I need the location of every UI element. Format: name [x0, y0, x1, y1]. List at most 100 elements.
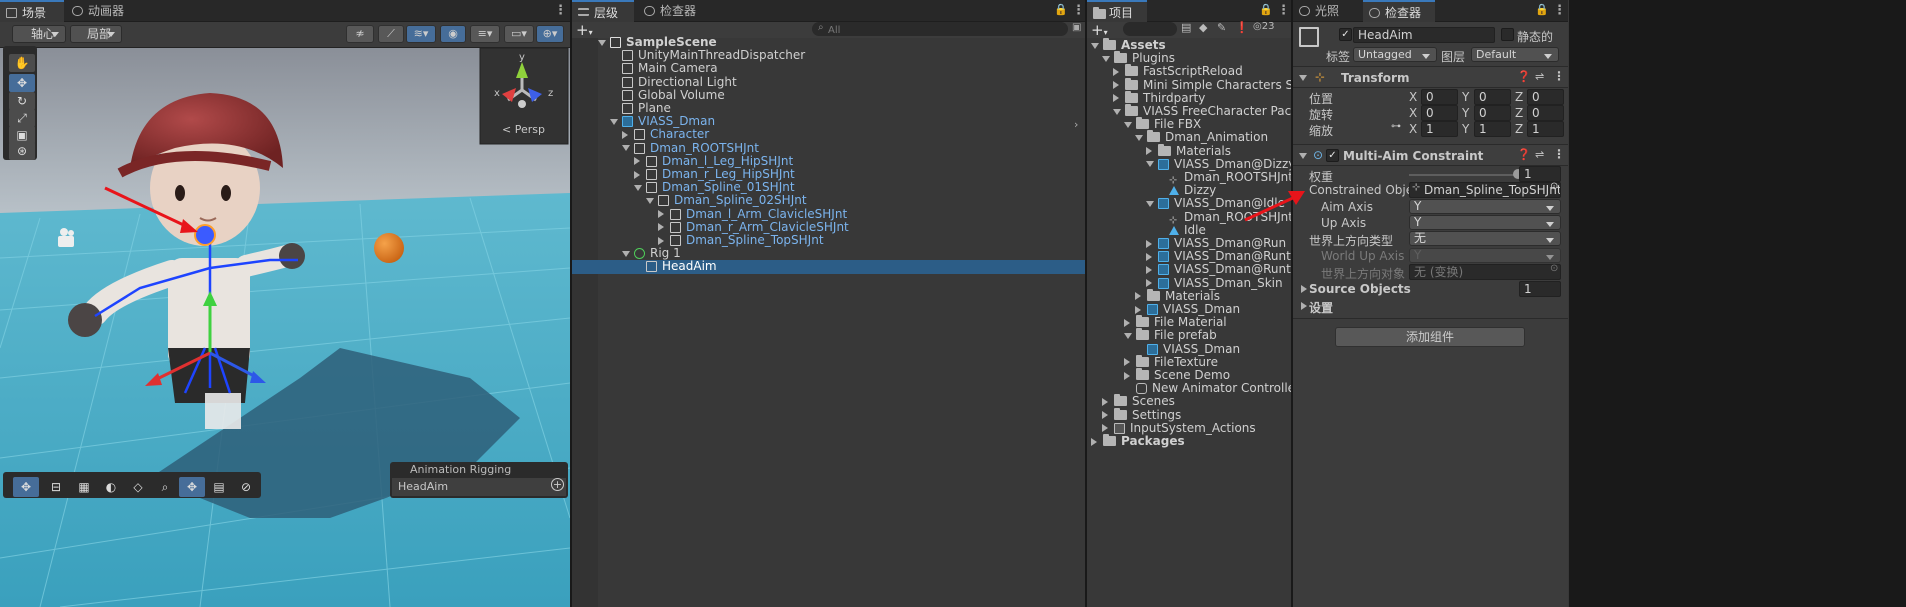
help-icon[interactable]: ❓: [1517, 148, 1531, 161]
create-button[interactable]: +▾: [1091, 21, 1108, 39]
search-icon[interactable]: ⌕: [152, 477, 178, 497]
audio-toggle-button[interactable]: ≉: [346, 25, 374, 43]
layers-icon[interactable]: ◇: [125, 477, 151, 497]
source-objects-count[interactable]: 1: [1519, 281, 1561, 297]
more-menu-icon[interactable]: ⋮: [1553, 3, 1566, 18]
project-row[interactable]: FileTexture: [1087, 354, 1291, 369]
tab-animator[interactable]: 动画器: [66, 0, 136, 22]
local-dropdown[interactable]: 局部: [70, 25, 122, 43]
visibility-icon[interactable]: ◎23: [1253, 21, 1274, 32]
hand-tool-icon[interactable]: ✋: [9, 54, 35, 72]
layers-button[interactable]: ≋▾: [406, 25, 436, 43]
more-menu-icon[interactable]: ⋮: [554, 3, 567, 18]
object-picker-icon[interactable]: ⊙: [1550, 181, 1558, 192]
collapse-arrow-icon[interactable]: [658, 223, 664, 232]
scale-y-input[interactable]: 1: [1474, 121, 1511, 137]
project-row[interactable]: Settings: [1087, 407, 1291, 422]
expand-arrow-icon[interactable]: [1135, 134, 1143, 141]
collapse-arrow-icon[interactable]: [1146, 265, 1152, 274]
collapse-arrow-icon[interactable]: [1102, 424, 1108, 433]
draw-mode-button[interactable]: ≡▾: [470, 25, 500, 43]
add-component-button[interactable]: 添加组件: [1335, 327, 1525, 347]
project-row[interactable]: Thirdparty: [1087, 90, 1291, 105]
hierarchy-row[interactable]: Dman_r_Leg_HipSHJnt: [572, 167, 1085, 181]
up-axis-dropdown[interactable]: Y: [1409, 215, 1561, 230]
search-input[interactable]: All: [812, 22, 1068, 36]
label-icon[interactable]: ◆: [1199, 21, 1207, 34]
expand-arrow-icon[interactable]: [1124, 121, 1132, 128]
collapse-arrow-icon[interactable]: [1135, 292, 1141, 301]
project-row[interactable]: Materials: [1087, 288, 1291, 303]
scale-z-input[interactable]: 1: [1527, 121, 1564, 137]
preset-icon[interactable]: ⇌: [1535, 148, 1544, 161]
hierarchy-row[interactable]: Character: [572, 128, 1085, 141]
expand-arrow-icon[interactable]: [622, 145, 630, 152]
weight-input[interactable]: 1: [1519, 166, 1561, 182]
scene-viewport[interactable]: [0, 48, 570, 607]
camera-preview-icon[interactable]: ▤: [206, 477, 232, 497]
expand-arrow-icon[interactable]: [1113, 108, 1121, 115]
expand-arrow-icon[interactable]: [610, 118, 618, 125]
scale-x-input[interactable]: 1: [1421, 121, 1458, 137]
tab-scene[interactable]: 场景: [0, 0, 64, 22]
shading-icon[interactable]: ◐: [98, 477, 124, 497]
world-up-type-dropdown[interactable]: 无: [1409, 231, 1561, 246]
multi-aim-header[interactable]: ⊙ ✓ Multi-Aim Constraint ❓ ⇌ ⋮: [1293, 144, 1568, 166]
collapse-arrow-icon[interactable]: [1124, 358, 1130, 367]
hierarchy-row[interactable]: UnityMainThreadDispatcher: [572, 49, 1085, 62]
more-menu-icon[interactable]: ⋮: [1072, 3, 1085, 18]
hierarchy-row[interactable]: Dman_ROOTSHJnt: [572, 141, 1085, 155]
project-row[interactable]: VIASS_Dman@Dizzy: [1087, 157, 1291, 171]
project-row[interactable]: New Animator Controller: [1087, 382, 1291, 395]
project-row[interactable]: Mini Simple Characters Skeleton: [1087, 77, 1291, 92]
lock-icon[interactable]: 🔒: [1054, 3, 1068, 16]
rotation-y-input[interactable]: 0: [1474, 105, 1511, 121]
project-search-input[interactable]: [1123, 22, 1177, 36]
persp-toggle[interactable]: < Persp: [502, 123, 545, 136]
collapse-arrow-icon[interactable]: [1113, 67, 1119, 76]
tab-lighting[interactable]: 光照: [1293, 0, 1355, 22]
project-row[interactable]: Dman_Animation: [1087, 130, 1291, 144]
camera-button[interactable]: ▭▾: [504, 25, 534, 43]
pivot-dropdown[interactable]: 轴心: [12, 25, 66, 43]
lock-icon[interactable]: 🔒: [1259, 3, 1273, 16]
collapse-arrow-icon[interactable]: [1146, 147, 1152, 156]
position-y-input[interactable]: 0: [1474, 89, 1511, 105]
collapse-arrow-icon[interactable]: [658, 210, 664, 219]
project-row[interactable]: Scenes: [1087, 394, 1291, 408]
more-menu-icon[interactable]: ⋮: [1277, 3, 1290, 18]
hierarchy-row[interactable]: VIASS_Dman: [572, 115, 1085, 128]
collapse-arrow-icon[interactable]: [1146, 279, 1152, 288]
position-z-input[interactable]: 0: [1527, 89, 1564, 105]
collapse-arrow-icon[interactable]: [1102, 411, 1108, 420]
project-row[interactable]: VIASS_Dman: [1087, 342, 1291, 356]
constraint-enabled-checkbox[interactable]: ✓: [1326, 149, 1339, 162]
collapse-arrow-icon[interactable]: [634, 157, 640, 166]
compass-icon[interactable]: ⊘: [233, 477, 259, 497]
hierarchy-row[interactable]: Dman_l_Leg_HipSHJnt: [572, 154, 1085, 168]
tab-inspector[interactable]: 检查器: [1363, 0, 1435, 22]
static-checkbox[interactable]: [1501, 28, 1514, 41]
hierarchy-row[interactable]: Rig 1: [572, 247, 1085, 260]
tag-dropdown[interactable]: Untagged: [1353, 47, 1437, 62]
tab-inspector-2[interactable]: 检查器: [638, 0, 718, 22]
collapse-arrow-icon[interactable]: [1102, 397, 1108, 406]
grid-snap-icon[interactable]: ▦: [71, 477, 97, 497]
fx-toggle-button[interactable]: ⟋: [378, 25, 404, 43]
collapse-arrow-icon[interactable]: [1124, 318, 1130, 327]
weight-slider-track[interactable]: [1409, 174, 1517, 176]
rotation-z-input[interactable]: 0: [1527, 105, 1564, 121]
scale-tool-icon[interactable]: ⤢: [9, 109, 35, 127]
project-row[interactable]: File prefab: [1087, 328, 1291, 342]
search-by-type-icon[interactable]: ▤: [1181, 21, 1191, 34]
constrained-object-field[interactable]: Dman_Spline_TopSHJnt (Tr: [1409, 182, 1561, 198]
collapse-arrow-icon[interactable]: [1135, 305, 1141, 314]
object-name-input[interactable]: HeadAim: [1353, 27, 1495, 43]
gizmos-button[interactable]: ⊕▾: [536, 25, 564, 43]
project-row[interactable]: VIASS_Dman@Runtoslide: [1087, 263, 1291, 276]
hierarchy-row[interactable]: Dman_Spline_TopSHJnt: [572, 233, 1085, 247]
settings-row[interactable]: 设置: [1293, 298, 1568, 315]
lock-icon[interactable]: 🔒: [1535, 3, 1549, 16]
expand-arrow-icon[interactable]: [1146, 161, 1154, 168]
rotation-x-input[interactable]: 0: [1421, 105, 1458, 121]
